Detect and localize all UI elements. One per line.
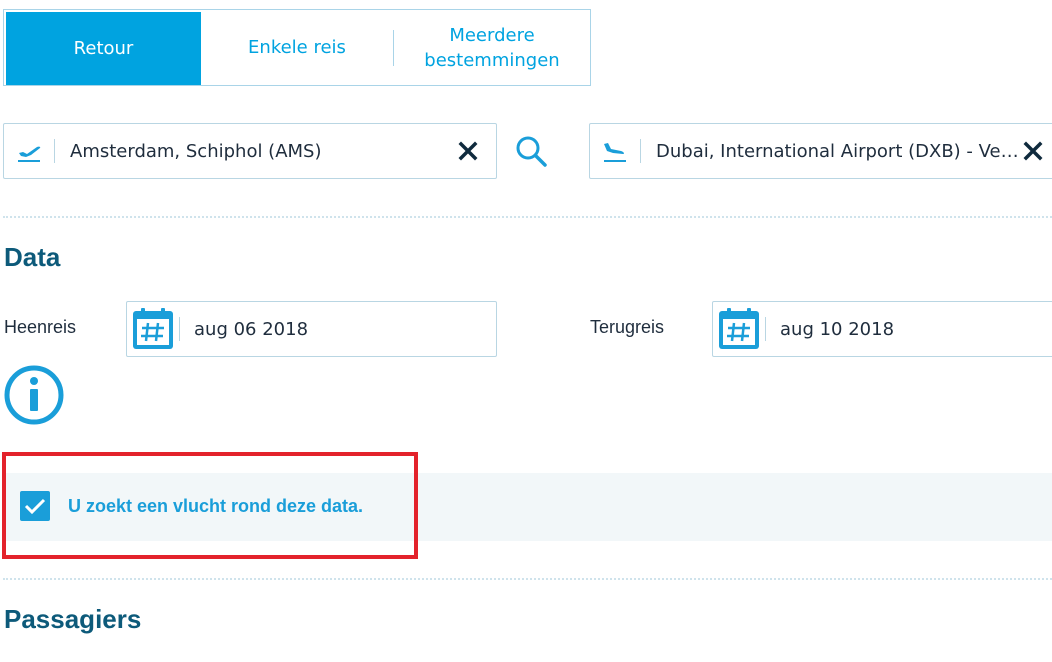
- highlight-box: [2, 452, 418, 559]
- destination-field[interactable]: Dubai, International Airport (DXB) - Ver…: [589, 123, 1052, 179]
- tab-enkele-reis[interactable]: Enkele reis: [201, 10, 393, 85]
- calendar-icon[interactable]: [713, 302, 765, 356]
- return-date-field[interactable]: aug 10 2018: [712, 301, 1052, 357]
- tab-retour[interactable]: Retour: [6, 12, 201, 85]
- trip-type-tabs: Retour Enkele reis Meerdere bestemmingen: [3, 9, 591, 86]
- section-divider: [3, 578, 1052, 580]
- origin-field[interactable]: Amsterdam, Schiphol (AMS): [3, 123, 497, 179]
- return-label: Terugreis: [590, 317, 665, 337]
- tab-label: Meerdere bestemmingen: [424, 24, 560, 71]
- close-icon[interactable]: [440, 124, 496, 178]
- destination-input[interactable]: Dubai, International Airport (DXB) - Ver…: [641, 141, 1023, 162]
- calendar-icon[interactable]: [127, 302, 179, 356]
- tab-meerdere-bestemmingen[interactable]: Meerdere bestemmingen: [394, 10, 590, 85]
- close-icon[interactable]: [1023, 124, 1052, 178]
- search-icon[interactable]: [510, 130, 554, 174]
- section-divider: [3, 216, 1052, 218]
- dates-heading: Data: [4, 242, 61, 272]
- outbound-date-field[interactable]: aug 06 2018: [126, 301, 497, 357]
- passengers-heading: Passagiers: [4, 604, 142, 634]
- takeoff-icon: [4, 124, 54, 178]
- outbound-date-value[interactable]: aug 06 2018: [180, 319, 308, 340]
- return-date-value[interactable]: aug 10 2018: [766, 319, 894, 340]
- landing-icon: [590, 124, 640, 178]
- origin-input[interactable]: Amsterdam, Schiphol (AMS): [55, 141, 440, 162]
- outbound-label: Heenreis: [4, 317, 77, 337]
- info-icon[interactable]: [3, 364, 65, 426]
